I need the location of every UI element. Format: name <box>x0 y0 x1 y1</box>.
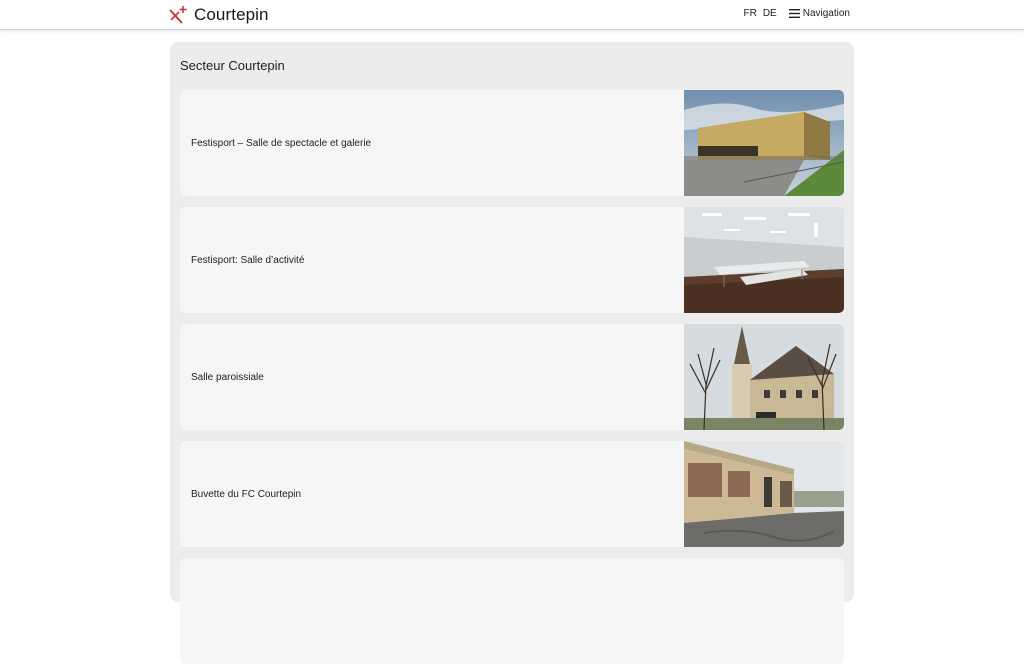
venue-card-label: Buvette du FC Courtepin <box>191 488 302 500</box>
section-title: Secteur Courtepin <box>180 58 285 73</box>
header-nav: FR DE Navigation <box>743 8 850 19</box>
site-header: Courtepin FR DE Navigation <box>0 0 1024 30</box>
navigation-menu-button[interactable]: Navigation <box>788 8 850 19</box>
lang-fr-link[interactable]: FR <box>743 8 756 19</box>
brand-logo-link[interactable]: Courtepin <box>168 4 269 26</box>
brand-name: Courtepin <box>194 5 269 24</box>
venue-card-festisport-spectacle[interactable]: Festisport – Salle de spectacle et galer… <box>180 90 844 196</box>
building-photo-icon <box>684 90 844 196</box>
venue-card-buvette-fc[interactable]: Buvette du FC Courtepin <box>180 441 844 547</box>
logo-icon <box>169 6 187 24</box>
church-photo-icon <box>684 324 844 430</box>
hall-photo-icon <box>684 207 844 313</box>
venue-card-salle-paroissiale[interactable]: Salle paroissiale <box>180 324 844 430</box>
venue-card-label: Festisport: Salle d’activité <box>191 254 305 266</box>
venue-card-partial[interactable] <box>180 558 844 664</box>
venue-card-festisport-activite[interactable]: Festisport: Salle d’activité <box>180 207 844 313</box>
clubhouse-photo-icon <box>684 441 844 547</box>
venue-card-label: Festisport – Salle de spectacle et galer… <box>191 137 372 149</box>
navigation-menu-label: Navigation <box>802 8 850 19</box>
sector-section: Secteur Courtepin Festisport – Salle de … <box>170 42 854 664</box>
hamburger-icon <box>788 9 800 18</box>
lang-de-link[interactable]: DE <box>763 8 777 19</box>
venue-card-label: Salle paroissiale <box>191 371 264 383</box>
